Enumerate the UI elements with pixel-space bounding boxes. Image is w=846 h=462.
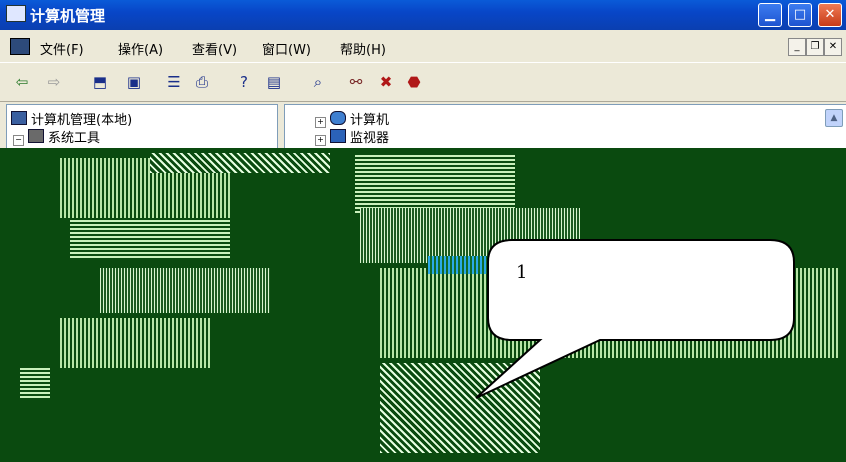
render-noise (20, 368, 50, 398)
show-tree-icon[interactable]: ▣ (124, 72, 144, 92)
menu-view[interactable]: 查看(V) (192, 39, 237, 58)
scroll-up-button[interactable]: ▲ (825, 109, 843, 127)
monitor-icon (330, 129, 346, 143)
up-folder-icon[interactable]: ⬒ (90, 72, 110, 92)
mdi-minimize-button[interactable]: _ (788, 38, 806, 56)
render-noise (380, 268, 840, 358)
print-icon[interactable]: ⎙ (192, 72, 212, 92)
maximize-button[interactable]: □ (788, 3, 812, 27)
render-noise (360, 208, 580, 263)
render-noise (70, 218, 230, 258)
device-category-computer[interactable]: + 计算机 (315, 109, 389, 128)
title-bar[interactable]: 计算机管理 ▁ □ ✕ (0, 0, 846, 30)
tree-item-system-tools[interactable]: − 系统工具 (13, 127, 100, 146)
help-icon[interactable]: ? (234, 72, 254, 92)
window-title: 计算机管理 (30, 7, 106, 25)
tree-item-root[interactable]: 计算机管理(本地) (11, 109, 132, 128)
tools-icon (28, 129, 44, 143)
mdi-restore-button[interactable]: ❐ (806, 38, 824, 56)
mdi-close-button[interactable]: ✕ (824, 38, 842, 56)
menu-window[interactable]: 窗口(W) (262, 39, 311, 58)
window-menu-icon[interactable] (10, 38, 30, 55)
menu-bar: 文件(F) 操作(A) 查看(V) 窗口(W) 帮助(H) _ ❐ ✕ (0, 32, 846, 60)
device-category-monitor[interactable]: + 监视器 (315, 127, 389, 146)
scan-hardware-icon[interactable]: ⌕ (308, 72, 328, 92)
computer-icon (11, 111, 27, 125)
menu-help[interactable]: 帮助(H) (340, 39, 386, 58)
export-list-icon[interactable]: ▤ (264, 72, 284, 92)
render-noise (60, 318, 210, 368)
computer-device-icon (330, 111, 346, 125)
selected-device-item[interactable] (428, 256, 528, 274)
render-noise (355, 153, 515, 213)
menu-file[interactable]: 文件(F) (40, 39, 84, 58)
render-noise (150, 153, 330, 173)
toolbar: ⇦ ⇨ ⬒ ▣ ☰ ⎙ ? ▤ ⌕ ⚯ ✖ ⬣ (0, 62, 846, 102)
uninstall-device-icon[interactable]: ⬣ (404, 72, 424, 92)
render-noise (380, 363, 540, 453)
computer-management-window: 计算机管理 ▁ □ ✕ 文件(F) 操作(A) 查看(V) 窗口(W) 帮助(H… (0, 0, 846, 462)
properties-icon[interactable]: ☰ (164, 72, 184, 92)
expand-icon[interactable]: + (315, 135, 326, 146)
menu-action[interactable]: 操作(A) (118, 39, 163, 58)
minimize-button[interactable]: ▁ (758, 3, 782, 27)
back-arrow-icon[interactable]: ⇦ (12, 72, 32, 92)
update-driver-icon[interactable]: ⚯ (346, 72, 366, 92)
callout-label: 1 (516, 262, 528, 283)
collapse-icon[interactable]: − (13, 135, 24, 146)
render-noise (100, 268, 270, 313)
forward-arrow-icon[interactable]: ⇨ (44, 72, 64, 92)
close-button[interactable]: ✕ (818, 3, 842, 27)
disable-device-icon[interactable]: ✖ (376, 72, 396, 92)
computer-management-icon (6, 5, 26, 22)
corrupted-render-area (0, 148, 846, 462)
